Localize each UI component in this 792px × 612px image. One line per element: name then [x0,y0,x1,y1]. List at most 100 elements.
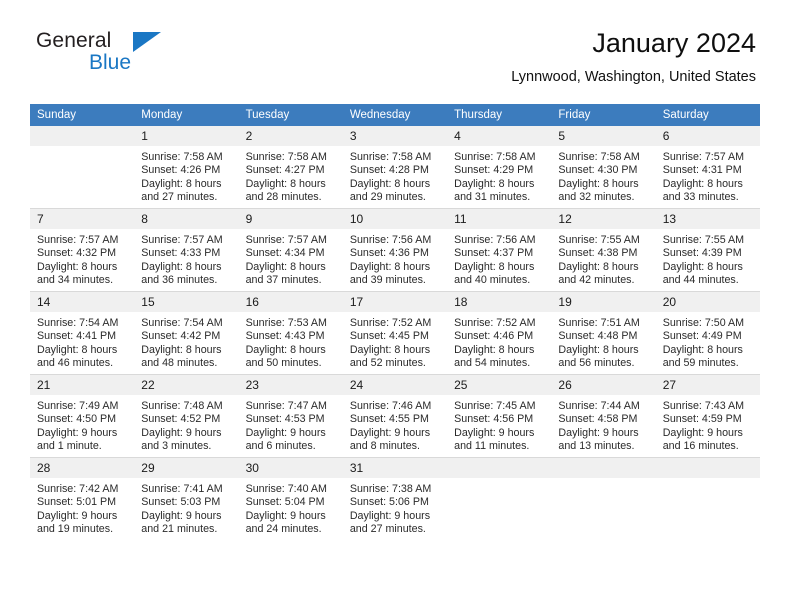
day-details: Sunrise: 7:46 AM Sunset: 4:55 PM Daylight:… [343,395,447,454]
calendar-day-cell[interactable]: 19 Sunrise: 7:51 AM Sunset: 4:48 PM Dayligh… [551,291,656,375]
sunrise-time: Sunrise: 7:43 AM [662,400,745,412]
calendar-day-cell[interactable]: 23 Sunrise: 7:47 AM Sunset: 4:53 PM Dayligh… [238,374,343,458]
daylight-line-1: Daylight: 8 hours [245,343,326,356]
daylight-line-1: Daylight: 8 hours [454,343,535,356]
sunrise-time: Sunrise: 7:54 AM [141,317,223,329]
page-title: January 2024 [592,28,756,58]
calendar-day-cell[interactable]: 8 Sunrise: 7:57 AM Sunset: 4:33 PM Daylight… [134,208,239,292]
daylight-line-1: Daylight: 9 hours [349,509,431,522]
calendar-day-cell[interactable]: 9 Sunrise: 7:57 AM Sunset: 4:34 PM Daylight… [238,208,343,292]
calendar-day-cell[interactable]: 12 Sunrise: 7:55 AM Sunset: 4:38 PM Dayligh… [551,208,656,292]
calendar-day-cell[interactable]: 7 Sunrise: 7:57 AM Sunset: 4:32 PM Daylight… [30,208,135,292]
calendar-day-cell[interactable]: 10 Sunrise: 7:56 AM Sunset: 4:36 PM Dayligh… [342,208,448,292]
daylight-line-1: Daylight: 9 hours [349,426,431,439]
calendar-day-cell[interactable]: 26 Sunrise: 7:44 AM Sunset: 4:58 PM Dayligh… [551,374,656,458]
sunrise-time: Sunrise: 7:47 AM [245,400,327,412]
daylight-line-2: and 52 minutes. [349,357,426,370]
sunrise-time: Sunrise: 7:48 AM [141,400,223,412]
calendar-day-cell[interactable]: 31 Sunrise: 7:38 AM Sunset: 5:06 PM Dayligh… [342,457,448,540]
calendar-day-cell[interactable]: 6 Sunrise: 7:57 AM Sunset: 4:31 PM Daylight… [655,126,760,209]
daylight-line-2: and 32 minutes. [558,191,635,204]
calendar-day-cell[interactable]: 16 Sunrise: 7:53 AM Sunset: 4:43 PM Dayligh… [238,291,343,375]
sunset-time: Sunset: 5:03 PM [141,496,221,509]
calendar-day-cell[interactable]: 27 Sunrise: 7:43 AM Sunset: 4:59 PM Dayligh… [655,374,760,458]
daylight-line-2: and 36 minutes. [141,274,218,287]
sunrise-time: Sunrise: 7:51 AM [558,317,640,329]
calendar-day-cell[interactable]: 18 Sunrise: 7:52 AM Sunset: 4:46 PM Dayligh… [447,291,552,375]
daylight-line-2: and 3 minutes. [141,440,212,453]
daylight-line-2: and 27 minutes. [141,191,218,204]
calendar-day-cell[interactable]: 3 Sunrise: 7:58 AM Sunset: 4:28 PM Daylight… [342,126,448,209]
sunrise-time: Sunrise: 7:50 AM [662,317,745,329]
day-number: 16 [238,292,343,312]
calendar-day-cell[interactable]: 24 Sunrise: 7:46 AM Sunset: 4:55 PM Dayligh… [342,374,448,458]
calendar-day-cell[interactable]: 11 Sunrise: 7:56 AM Sunset: 4:37 PM Dayligh… [447,208,552,292]
day-number: 27 [655,375,760,395]
day-number: 25 [447,375,552,395]
daylight-line-1: Daylight: 8 hours [558,260,639,273]
sunset-time: Sunset: 4:32 PM [37,247,117,260]
calendar-day-cell[interactable]: 4 Sunrise: 7:58 AM Sunset: 4:29 PM Daylight… [447,126,552,209]
day-details: Sunrise: 7:54 AM Sunset: 4:41 PM Daylight:… [30,312,134,371]
calendar-day-cell-empty [655,457,760,540]
sunrise-time: Sunrise: 7:58 AM [558,151,640,163]
day-details: Sunrise: 7:52 AM Sunset: 4:46 PM Daylight:… [447,312,551,371]
day-number: 20 [655,292,760,312]
calendar-day-cell[interactable]: 17 Sunrise: 7:52 AM Sunset: 4:45 PM Dayligh… [342,291,448,375]
day-details: Sunrise: 7:40 AM Sunset: 5:04 PM Daylight:… [239,478,343,537]
day-number [30,126,135,146]
calendar-day-cell[interactable]: 21 Sunrise: 7:49 AM Sunset: 4:50 PM Dayligh… [30,374,135,458]
calendar-day-cell[interactable]: 15 Sunrise: 7:54 AM Sunset: 4:42 PM Dayligh… [134,291,239,375]
calendar-body: 1 Sunrise: 7:58 AM Sunset: 4:26 PM Daylight… [30,126,760,540]
daylight-line-2: and 1 minute. [37,440,102,453]
calendar-day-cell[interactable]: 25 Sunrise: 7:45 AM Sunset: 4:56 PM Dayligh… [447,374,552,458]
weekday-header-monday: Monday [134,104,239,126]
sunset-time: Sunset: 4:55 PM [349,413,429,426]
sunset-time: Sunset: 4:50 PM [37,413,117,426]
sunrise-time: Sunrise: 7:58 AM [454,151,536,163]
day-number: 31 [342,458,448,478]
daylight-line-1: Daylight: 9 hours [558,426,639,439]
day-details: Sunrise: 7:55 AM Sunset: 4:39 PM Daylight:… [656,229,760,288]
calendar-day-cell[interactable]: 13 Sunrise: 7:55 AM Sunset: 4:39 PM Dayligh… [655,208,760,292]
day-number: 6 [655,126,760,146]
daylight-line-1: Daylight: 9 hours [454,426,535,439]
sunrise-time: Sunrise: 7:55 AM [558,234,640,246]
sunset-time: Sunset: 4:45 PM [349,330,429,343]
calendar-day-cell[interactable]: 1 Sunrise: 7:58 AM Sunset: 4:26 PM Daylight… [134,126,239,209]
sunrise-time: Sunrise: 7:57 AM [662,151,745,163]
day-details: Sunrise: 7:45 AM Sunset: 4:56 PM Daylight:… [447,395,551,454]
day-number: 22 [134,375,239,395]
sunrise-time: Sunrise: 7:52 AM [454,317,536,329]
daylight-line-1: Daylight: 9 hours [245,509,326,522]
daylight-line-1: Daylight: 9 hours [662,426,743,439]
calendar-day-cell-empty [30,126,135,209]
sunrise-time: Sunrise: 7:58 AM [349,151,432,163]
day-details: Sunrise: 7:58 AM Sunset: 4:26 PM Daylight:… [134,146,238,205]
day-number: 15 [134,292,239,312]
day-details: Sunrise: 7:58 AM Sunset: 4:28 PM Daylight:… [343,146,447,205]
daylight-line-2: and 31 minutes. [454,191,531,204]
calendar-week-row: 1 Sunrise: 7:58 AM Sunset: 4:26 PM Daylight… [30,126,760,209]
calendar-day-cell[interactable]: 28 Sunrise: 7:42 AM Sunset: 5:01 PM Dayligh… [30,457,135,540]
day-details: Sunrise: 7:56 AM Sunset: 4:37 PM Daylight:… [447,229,551,288]
sunrise-time: Sunrise: 7:57 AM [37,234,119,246]
logo-word-general: General [36,29,112,52]
daylight-line-2: and 8 minutes. [349,440,420,453]
calendar-day-cell[interactable]: 20 Sunrise: 7:50 AM Sunset: 4:49 PM Dayligh… [655,291,760,375]
sunrise-time: Sunrise: 7:46 AM [349,400,432,412]
calendar-day-cell[interactable]: 5 Sunrise: 7:58 AM Sunset: 4:30 PM Daylight… [551,126,656,209]
daylight-line-1: Daylight: 9 hours [37,426,118,439]
day-number: 2 [238,126,343,146]
calendar-day-cell[interactable]: 22 Sunrise: 7:48 AM Sunset: 4:52 PM Dayligh… [134,374,239,458]
calendar-week-row: 14 Sunrise: 7:54 AM Sunset: 4:41 PM Dayligh… [30,291,760,375]
calendar-day-cell[interactable]: 14 Sunrise: 7:54 AM Sunset: 4:41 PM Dayligh… [30,291,135,375]
calendar-day-cell[interactable]: 29 Sunrise: 7:41 AM Sunset: 5:03 PM Dayligh… [134,457,239,540]
day-number: 12 [551,209,656,229]
daylight-line-2: and 21 minutes. [141,523,218,536]
daylight-line-2: and 44 minutes. [662,274,739,287]
calendar-day-cell[interactable]: 2 Sunrise: 7:58 AM Sunset: 4:27 PM Daylight… [238,126,343,209]
calendar-day-cell[interactable]: 30 Sunrise: 7:40 AM Sunset: 5:04 PM Dayligh… [238,457,343,540]
day-number: 1 [134,126,239,146]
daylight-line-2: and 13 minutes. [558,440,635,453]
